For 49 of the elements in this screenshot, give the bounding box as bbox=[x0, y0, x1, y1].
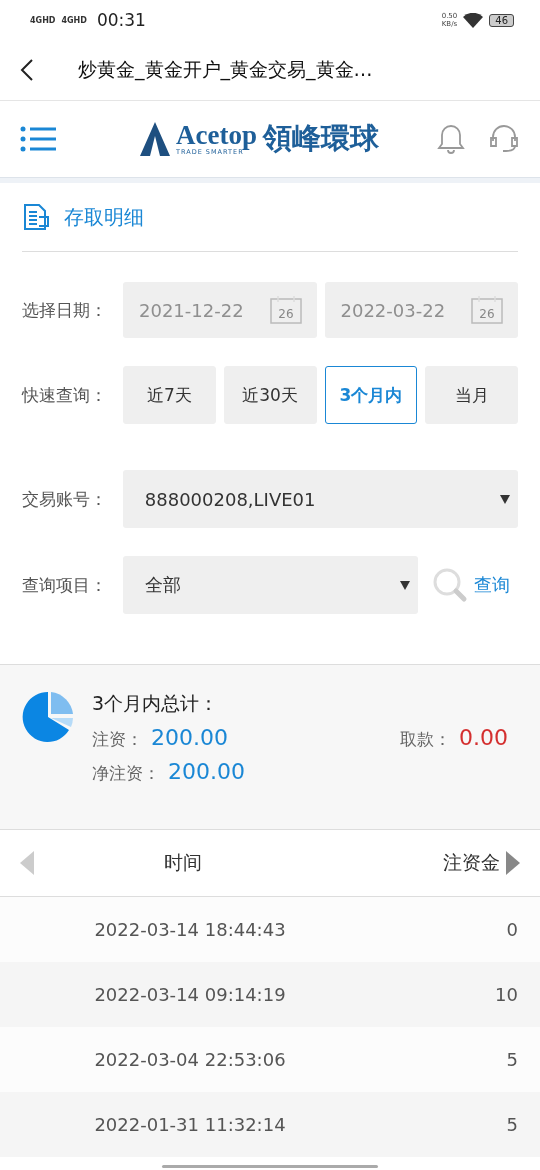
summary-title: 3个月内总计： bbox=[92, 691, 220, 716]
quick-range-button[interactable]: 3个月内 bbox=[324, 366, 418, 424]
field-label: 快速查询： bbox=[22, 383, 108, 407]
headset-icon[interactable] bbox=[488, 123, 520, 155]
net-deposit-label: 净注资： bbox=[92, 762, 160, 785]
column-header: 时间 bbox=[164, 850, 202, 875]
withdraw-amount: 0.00 bbox=[459, 725, 508, 750]
document-icon bbox=[22, 203, 50, 231]
calendar-icon: 26 bbox=[470, 295, 504, 325]
brand-chinese-name: 領峰環球 bbox=[263, 120, 379, 157]
section-title: 存取明细 bbox=[64, 203, 144, 231]
net-deposit-amount: 200.00 bbox=[168, 759, 245, 784]
calendar-icon: 26 bbox=[268, 295, 303, 325]
back-icon[interactable] bbox=[20, 58, 34, 82]
table-cell-text: 5 bbox=[505, 1049, 518, 1070]
logo-icon bbox=[140, 122, 170, 156]
item-select[interactable]: 全部 bbox=[123, 556, 418, 614]
page-title: 炒黄金_黄金开户_黄金交易_黄金… bbox=[78, 57, 373, 83]
account-select[interactable]: 888000208,LIVE01 bbox=[122, 470, 518, 528]
quick-range-button[interactable]: 当月 bbox=[425, 366, 518, 424]
clock-time: 00:31 bbox=[96, 10, 146, 30]
field-label: 查询项目： bbox=[22, 573, 108, 597]
table-cell-text: 2022-01-31 11:32:14 bbox=[93, 1114, 287, 1135]
deposit-amount: 200.00 bbox=[151, 725, 228, 750]
column-header: 注资金 bbox=[443, 850, 500, 875]
signal-label: 4GHD bbox=[61, 15, 87, 25]
table-cell-text: 5 bbox=[505, 1114, 518, 1135]
brand-name: Acetop bbox=[176, 122, 257, 148]
dropdown-caret-icon bbox=[500, 494, 510, 504]
table-cell-text: 2022-03-04 22:53:06 bbox=[93, 1049, 287, 1070]
field-label: 交易账号： bbox=[22, 487, 108, 511]
battery-level: 46 bbox=[489, 13, 514, 27]
quick-range-button[interactable]: 近30天 bbox=[223, 366, 317, 424]
wifi-icon bbox=[463, 12, 484, 28]
bell-icon[interactable] bbox=[436, 123, 466, 155]
deposit-label: 注资： bbox=[92, 728, 143, 751]
table-cell-text: 2022-03-14 18:44:43 bbox=[93, 919, 287, 940]
query-button[interactable]: 查询 bbox=[432, 567, 510, 603]
right-arrow-icon[interactable] bbox=[504, 851, 520, 875]
quick-range-button[interactable]: 近7天 bbox=[123, 366, 216, 424]
table-cell-text: 2022-03-14 09:14:19 bbox=[93, 984, 287, 1005]
table-cell-text: 10 bbox=[494, 984, 518, 1005]
table-cell-text: 0 bbox=[505, 919, 518, 940]
pie-chart-icon bbox=[22, 691, 74, 743]
signal-label: 4GHD bbox=[30, 15, 56, 25]
withdraw-label: 取款： bbox=[400, 728, 451, 751]
menu-icon[interactable] bbox=[20, 125, 56, 153]
field-label: 选择日期： bbox=[22, 298, 108, 322]
dropdown-caret-icon bbox=[400, 580, 410, 590]
